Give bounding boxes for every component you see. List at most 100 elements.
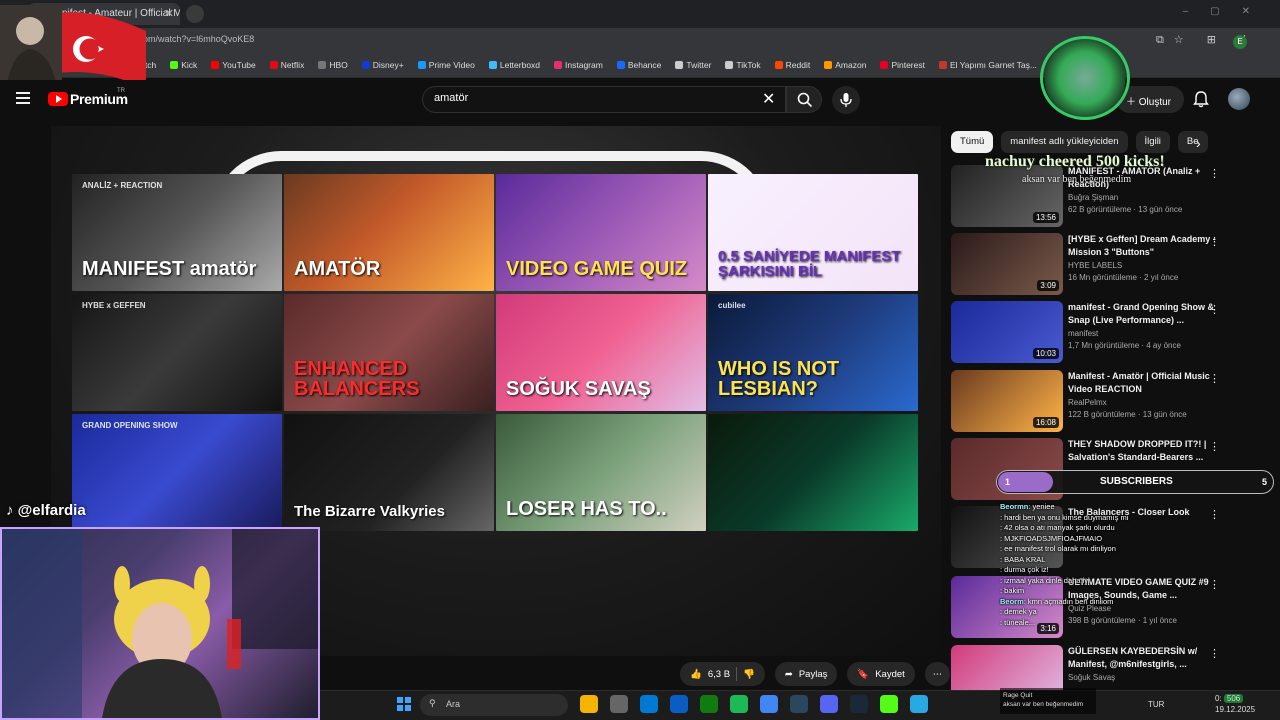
kick-alert-subtext: aksan var ben beğenmedim (1022, 174, 1132, 185)
related-video-channel[interactable]: HYBE LABELS (1068, 261, 1122, 270)
more-options-icon[interactable]: ⋮ (1209, 303, 1220, 316)
bookmark-item[interactable]: Kick (170, 60, 197, 70)
related-video-title[interactable]: Manifest - Amatör | Official Music Video… (1068, 370, 1218, 395)
more-options-icon[interactable]: ⋮ (1209, 578, 1220, 591)
related-video-title[interactable]: manifest - Grand Opening Show & Snap (Li… (1068, 301, 1218, 326)
bookmark-item[interactable]: Disney+ (361, 60, 404, 70)
taskbar-app-icon[interactable] (700, 695, 718, 713)
related-video-title[interactable]: THEY SHADOW DROPPED IT?! | Salvation's S… (1068, 438, 1218, 463)
taskbar-app-icon[interactable] (640, 695, 658, 713)
bookmark-item[interactable]: YouTube (211, 60, 256, 70)
bookmark-label: HBO (329, 60, 348, 70)
bookmark-label: Behance (627, 60, 662, 70)
dislike-icon[interactable]: 👎 (743, 669, 755, 680)
chat-text: : hardi ben ya onu kimse duymamış mi (1000, 512, 1129, 522)
collage-thumbnail: WHO IS NOT LESBIAN? cubilee (708, 294, 918, 411)
taskbar-app-icon[interactable] (580, 695, 598, 713)
more-options-icon[interactable]: ⋮ (1209, 372, 1220, 385)
bookmark-favicon-icon (269, 61, 278, 69)
related-video-item[interactable]: 16:08 Manifest - Amatör | Official Music … (951, 370, 1271, 434)
search-icon (797, 92, 813, 108)
windows-start-icon[interactable] (397, 697, 411, 711)
more-actions-button[interactable]: ⋯ (924, 662, 951, 686)
save-button[interactable]: 🔖 Kaydet (847, 662, 915, 686)
like-dislike-group[interactable]: 👍 6,3 B 👎 (680, 662, 765, 686)
taskbar-clock[interactable]: 0: 506 19.12.2025 (1215, 693, 1255, 715)
bookmark-favicon-icon (361, 61, 370, 69)
collage-thumbnail: 0.5 SANİYEDE MANIFEST ŞARKISINI BİL (708, 174, 918, 291)
taskbar-app-icon[interactable] (790, 695, 808, 713)
taskbar-app-icon[interactable] (670, 695, 688, 713)
bookmark-item[interactable]: TikTok (725, 60, 761, 70)
voice-search-button[interactable] (832, 86, 860, 114)
search-input[interactable] (422, 86, 786, 113)
bookmark-item[interactable]: Letterboxd (488, 60, 540, 70)
new-tab-button[interactable] (186, 5, 204, 23)
notifications-bell-icon[interactable] (1192, 90, 1210, 108)
filter-chip[interactable]: Be (1177, 131, 1208, 153)
share-button[interactable]: ➦ Paylaş (774, 662, 838, 686)
related-video-thumbnail[interactable]: 3:09 (951, 233, 1063, 295)
bookmark-item[interactable]: Instagram (554, 60, 603, 70)
stream-chat-overlay: Beormn: yeniee: hardi ben ya onu kimse d… (1000, 502, 1210, 628)
more-options-icon[interactable]: ⋮ (1209, 508, 1220, 521)
related-video-item[interactable]: 10:03 manifest - Grand Opening Show & Sna… (951, 301, 1271, 365)
more-options-icon[interactable]: ⋮ (1209, 235, 1220, 248)
bookmark-label: YouTube (222, 60, 256, 70)
related-video-item[interactable]: 3:09 [HYBE x Geffen] Dream Academy - Miss… (951, 233, 1271, 297)
bookmark-item[interactable]: Amazon (824, 60, 866, 70)
related-video-channel[interactable]: Soğuk Savaş (1068, 673, 1115, 682)
chat-username: Beorm (1000, 596, 1024, 606)
bookmark-item[interactable]: Netflix (269, 60, 304, 70)
taskbar-app-icon[interactable] (850, 695, 868, 713)
bookmark-item[interactable]: Pinterest (880, 60, 925, 70)
chevron-right-icon[interactable]: › (1196, 135, 1201, 151)
like-icon[interactable]: 👍 (690, 669, 702, 680)
bookmark-item[interactable]: El Yapımı Garnet Taş... (938, 60, 1037, 70)
profile-avatar[interactable]: E (1233, 35, 1247, 49)
related-video-thumbnail[interactable]: 10:03 (951, 301, 1063, 363)
more-options-icon[interactable]: ⋮ (1209, 440, 1220, 453)
youtube-logo-icon[interactable] (48, 92, 68, 106)
more-options-icon[interactable]: ⋮ (1209, 167, 1220, 180)
kick-chat-widget: Rage Quit aksan var ben beğenmedim (1000, 688, 1096, 714)
tab-close-icon[interactable]: ✕ (165, 7, 174, 20)
taskbar-app-icon[interactable] (730, 695, 748, 713)
related-video-title[interactable]: GÜLERSEN KAYBEDERSİN w/ Manifest, @m6nif… (1068, 645, 1218, 670)
related-video-thumbnail[interactable]: 16:08 (951, 370, 1063, 432)
taskbar-search[interactable]: ⚲ Ara (420, 694, 568, 716)
hamburger-menu-icon[interactable] (16, 92, 30, 104)
related-video-title[interactable]: [HYBE x Geffen] Dream Academy - Mission … (1068, 233, 1218, 258)
search-button[interactable] (786, 86, 822, 113)
related-video-channel[interactable]: Buğra Şişman (1068, 193, 1118, 202)
language-indicator[interactable]: TUR (1148, 700, 1164, 709)
more-options-icon[interactable]: ⋮ (1209, 647, 1220, 660)
url-field[interactable]: .com/watch?v=l6mhoQvoKE8 (136, 34, 254, 44)
bookmark-item[interactable]: Behance (616, 60, 662, 70)
bookmarks-list: itch Kick YouTube Netflix HBO Disney+ Prime Vi… (132, 60, 1037, 70)
bookmark-item[interactable]: Twitter (675, 60, 711, 70)
window-controls[interactable]: –▢✕ (1183, 6, 1272, 17)
taskbar-app-icon[interactable] (910, 695, 928, 713)
account-avatar[interactable] (1228, 88, 1250, 110)
related-video-channel[interactable]: manifest (1068, 329, 1098, 338)
related-video-channel[interactable]: RealPelmx (1068, 398, 1107, 407)
taskbar-app-icon[interactable] (760, 695, 778, 713)
bookmark-item[interactable]: Prime Video (417, 60, 475, 70)
bookmark-favicon-icon (824, 61, 833, 69)
filter-chip[interactable]: manifest adlı yükleyiciden (1001, 131, 1128, 153)
microphone-icon (840, 93, 852, 107)
taskbar-app-icon[interactable] (880, 695, 898, 713)
system-tray[interactable]: TUR (1148, 700, 1164, 709)
filter-chip[interactable]: İlgili (1135, 131, 1170, 153)
bookmark-item[interactable]: Reddit (774, 60, 810, 70)
filter-chip[interactable]: Tümü (951, 131, 994, 153)
clear-search-icon[interactable]: ✕ (762, 89, 775, 109)
taskbar-app-icon[interactable] (820, 695, 838, 713)
bookmark-icon: 🔖 (857, 668, 870, 680)
video-duration: 13:56 (1032, 212, 1059, 223)
search-input-value[interactable]: amatör (434, 92, 468, 104)
bookmark-label: Disney+ (372, 60, 404, 70)
bookmark-item[interactable]: HBO (318, 60, 348, 70)
taskbar-app-icon[interactable] (610, 695, 628, 713)
